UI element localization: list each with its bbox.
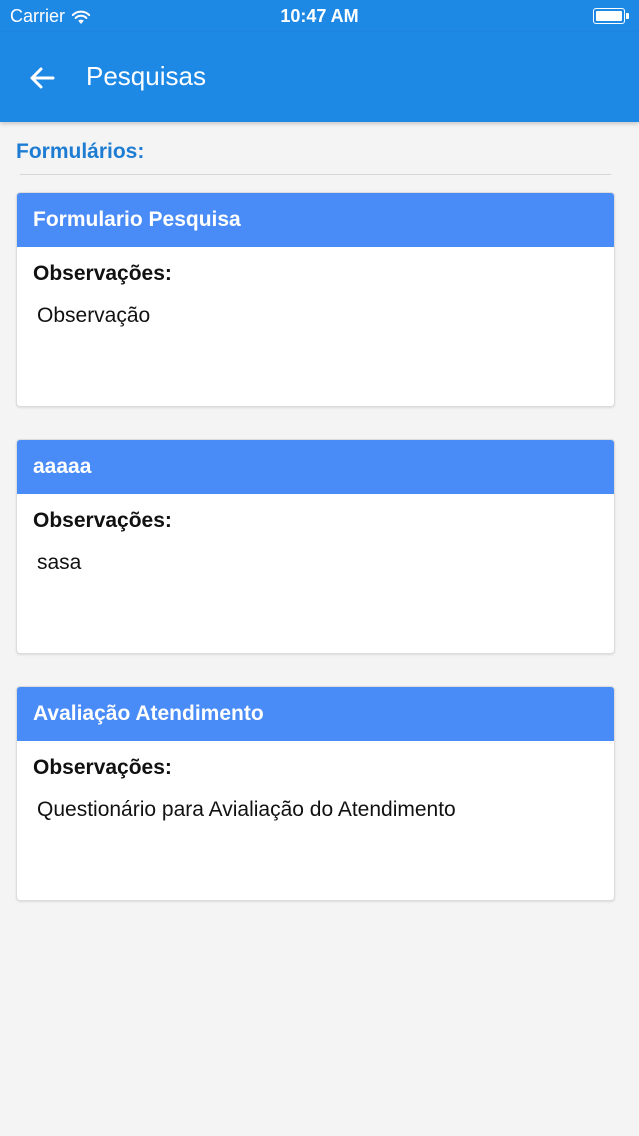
card-body: Observações: Observação bbox=[17, 247, 614, 328]
form-card[interactable]: aaaaa Observações: sasa bbox=[16, 439, 615, 654]
section-title: Formulários: bbox=[16, 140, 145, 163]
observations-text: Observação bbox=[37, 304, 151, 327]
screen: Carrier 10:47 AM Pesquisas Formulários: … bbox=[0, 0, 639, 1136]
observations-label: Observações: bbox=[33, 262, 172, 285]
card-title: Formulario Pesquisa bbox=[17, 193, 614, 247]
form-card[interactable]: Formulario Pesquisa Observações: Observa… bbox=[16, 192, 615, 407]
form-list: Formulario Pesquisa Observações: Observa… bbox=[16, 192, 615, 933]
card-title: Avaliação Atendimento bbox=[17, 687, 614, 741]
page-title: Pesquisas bbox=[86, 61, 206, 91]
card-body: Observações: Questionário para Avialiaçã… bbox=[17, 741, 614, 822]
section-divider bbox=[20, 174, 611, 175]
status-bar: Carrier 10:47 AM bbox=[0, 0, 639, 32]
form-card[interactable]: Avaliação Atendimento Observações: Quest… bbox=[16, 686, 615, 901]
card-title: aaaaa bbox=[17, 440, 614, 494]
back-button[interactable] bbox=[20, 56, 64, 100]
observations-text: sasa bbox=[37, 551, 82, 574]
observations-text: Questionário para Avialiação do Atendime… bbox=[37, 798, 456, 821]
arrow-left-icon bbox=[30, 67, 55, 89]
battery-fill bbox=[596, 11, 622, 21]
battery-icon bbox=[593, 8, 629, 24]
status-time: 10:47 AM bbox=[280, 6, 359, 26]
observations-label: Observações: bbox=[33, 509, 172, 532]
observations-label: Observações: bbox=[33, 756, 172, 779]
card-body: Observações: sasa bbox=[17, 494, 614, 575]
app-bar: Pesquisas bbox=[0, 32, 639, 122]
